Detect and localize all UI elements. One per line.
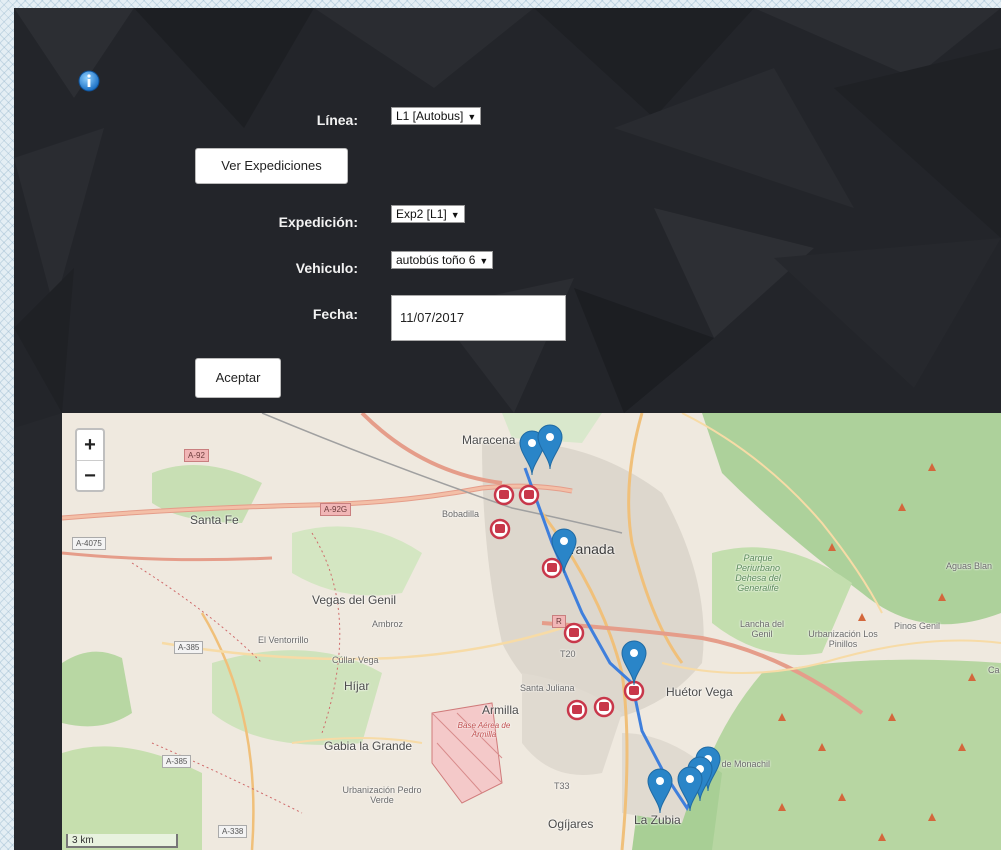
linea-label: Línea:: [316, 112, 358, 128]
expedicion-select-value: Exp2 [L1]: [396, 207, 447, 221]
chevron-down-icon: ▼: [467, 112, 477, 122]
map-marker-icon: [677, 766, 703, 812]
zoom-control: + −: [75, 428, 105, 492]
map-scale: 3 km: [66, 834, 178, 848]
route-map[interactable]: A-92 A-92G A-4075 A-385 A-385 A-338 R T2…: [62, 413, 1001, 850]
zoom-out-button[interactable]: −: [77, 460, 103, 491]
expedicion-label: Expedición:: [278, 214, 358, 230]
map-marker-icon: [551, 528, 577, 574]
vehiculo-select-value: autobús toño 6: [396, 253, 476, 267]
form-panel: Línea: L1 [Autobus] ▼ Ver Expediciones Ex…: [14, 8, 1001, 850]
aceptar-button[interactable]: Aceptar: [195, 358, 281, 398]
chevron-down-icon: ▼: [450, 210, 460, 220]
vehiculo-label: Vehiculo:: [295, 260, 358, 276]
linea-select-value: L1 [Autobus]: [396, 109, 464, 123]
fecha-label: Fecha:: [312, 306, 358, 322]
expedicion-select[interactable]: Exp2 [L1] ▼: [391, 205, 465, 223]
vehiculo-select[interactable]: autobús toño 6 ▼: [391, 251, 494, 269]
info-icon[interactable]: [78, 70, 100, 92]
map-marker-icon: [537, 424, 563, 470]
linea-select[interactable]: L1 [Autobus] ▼: [391, 107, 482, 125]
fecha-input[interactable]: 11/07/2017: [391, 295, 566, 341]
chevron-down-icon: ▼: [479, 256, 489, 266]
map-marker-icon: [621, 640, 647, 686]
marker-overlay: [519, 424, 721, 814]
map-marker-icon: [647, 768, 673, 814]
zoom-in-button[interactable]: +: [77, 430, 103, 460]
ver-expediciones-button[interactable]: Ver Expediciones: [195, 148, 348, 184]
